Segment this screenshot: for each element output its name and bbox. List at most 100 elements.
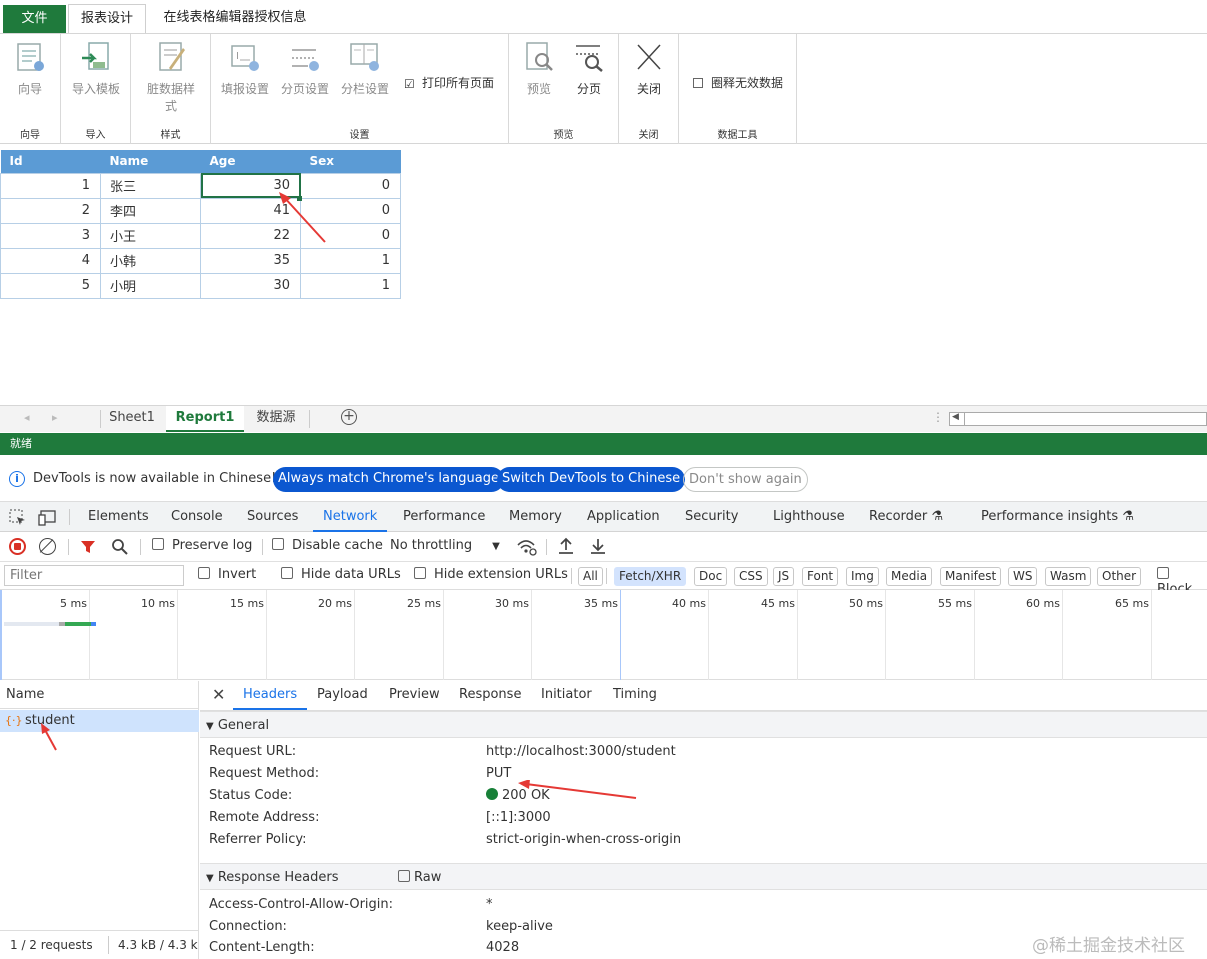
tab-initiator[interactable]: Initiator — [541, 681, 592, 710]
switch-chinese-button[interactable]: Switch DevTools to Chinese — [497, 467, 686, 492]
cell-sex[interactable]: 0 — [300, 222, 401, 249]
tab-performance-insights[interactable]: Performance insights ⚗ — [981, 502, 1134, 532]
tab-headers[interactable]: Headers — [233, 681, 308, 710]
tab-report-design[interactable]: 报表设计 — [68, 4, 146, 34]
clear-icon[interactable] — [39, 538, 56, 555]
col-header-age[interactable]: Age — [200, 150, 301, 173]
wizard-button[interactable]: 向导 — [2, 40, 58, 97]
preserve-log-checkbox[interactable]: Preserve log — [152, 538, 252, 553]
cell-id[interactable]: 4 — [0, 247, 101, 274]
cell-name[interactable]: 李四 — [100, 197, 201, 224]
tab-console[interactable]: Console — [171, 502, 223, 532]
tab-network[interactable]: Network — [313, 502, 388, 532]
tab-lighthouse[interactable]: Lighthouse — [773, 502, 845, 532]
dirty-style-button[interactable]: 脏数据样式 — [143, 40, 199, 114]
sheet-tab-datasource[interactable]: 数据源 — [248, 406, 304, 432]
inspect-element-icon[interactable] — [9, 509, 27, 527]
cell-sex[interactable]: 0 — [300, 197, 401, 224]
col-header-name[interactable]: Name — [100, 150, 201, 173]
general-section-header[interactable]: ▼ General — [200, 711, 1207, 738]
add-sheet-icon[interactable]: + — [341, 409, 357, 425]
import-template-button[interactable]: 导入模板 — [68, 40, 124, 97]
tab-security[interactable]: Security — [685, 502, 738, 532]
col-header-id[interactable]: Id — [0, 150, 101, 173]
filter-type-doc[interactable]: Doc — [694, 567, 728, 586]
fill-handle[interactable] — [297, 196, 302, 201]
filter-type-fetch-xhr[interactable]: Fetch/XHR — [614, 567, 687, 586]
close-detail-icon[interactable]: ✕ — [212, 685, 225, 704]
record-stop-icon[interactable] — [9, 538, 26, 555]
column-header-name[interactable]: Name — [0, 681, 199, 709]
cell-name[interactable]: 小韩 — [100, 247, 201, 274]
filter-type-media[interactable]: Media — [886, 567, 933, 586]
cell-id[interactable]: 1 — [0, 172, 101, 199]
timeline-left-handle[interactable] — [0, 590, 2, 680]
sheet-tab-report1[interactable]: Report1 — [166, 406, 244, 432]
filter-type-ws[interactable]: WS — [1008, 567, 1038, 586]
sheet-tab-sheet1[interactable]: Sheet1 — [104, 406, 160, 432]
tab-preview[interactable]: Preview — [389, 681, 440, 710]
filter-type-img[interactable]: Img — [846, 567, 879, 586]
cell-id[interactable]: 2 — [0, 197, 101, 224]
invert-checkbox[interactable]: Invert — [198, 567, 256, 582]
cell-name[interactable]: 小王 — [100, 222, 201, 249]
sheet-next-icon[interactable]: ▸ — [52, 411, 58, 424]
disable-cache-checkbox[interactable]: Disable cache — [272, 538, 383, 553]
circle-invalid-checkbox[interactable]: 圈释无效数据 — [693, 74, 783, 91]
dont-show-again-button[interactable]: Don't show again — [683, 467, 808, 492]
device-toolbar-icon[interactable] — [38, 509, 58, 527]
tab-performance[interactable]: Performance — [403, 502, 485, 532]
hide-data-urls-checkbox[interactable]: Hide data URLs — [281, 567, 401, 582]
tab-recorder[interactable]: Recorder ⚗ — [869, 502, 943, 532]
cell-name[interactable]: 小明 — [100, 272, 201, 299]
cell-sex[interactable]: 0 — [300, 172, 401, 199]
tab-elements[interactable]: Elements — [88, 502, 149, 532]
print-all-pages-checkbox[interactable]: ☑ 打印所有页面 — [404, 74, 494, 91]
tab-file[interactable]: 文件 — [3, 5, 66, 33]
tab-timing[interactable]: Timing — [613, 681, 657, 710]
page-settings-button[interactable]: 分页设置 — [277, 40, 333, 97]
filter-type-font[interactable]: Font — [802, 567, 839, 586]
list-item[interactable]: {·} student — [0, 710, 199, 732]
cell-id[interactable]: 3 — [0, 222, 101, 249]
cell-sex[interactable]: 1 — [300, 247, 401, 274]
close-button[interactable]: 关闭 — [621, 40, 677, 97]
tab-memory[interactable]: Memory — [509, 502, 562, 532]
scroll-thumb[interactable] — [964, 413, 1207, 425]
filter-type-js[interactable]: JS — [773, 567, 795, 586]
network-conditions-icon[interactable] — [516, 538, 538, 556]
filter-input[interactable] — [4, 565, 184, 586]
cell-age-selected[interactable]: 30 — [200, 172, 301, 199]
tab-license-info[interactable]: 在线表格编辑器授权信息 — [150, 4, 320, 34]
search-icon[interactable] — [111, 538, 129, 556]
fill-settings-button[interactable]: I 填报设置 — [217, 40, 273, 97]
filter-type-wasm[interactable]: Wasm — [1045, 567, 1092, 586]
tab-payload[interactable]: Payload — [317, 681, 368, 710]
cell-sex[interactable]: 1 — [300, 272, 401, 299]
cell-age[interactable]: 35 — [200, 247, 301, 274]
preview-button[interactable]: 预览 — [511, 40, 567, 97]
filter-icon[interactable] — [80, 539, 96, 555]
tab-application[interactable]: Application — [587, 502, 660, 532]
sheet-prev-icon[interactable]: ◂ — [24, 411, 30, 424]
match-language-button[interactable]: Always match Chrome's language — [273, 467, 504, 492]
raw-checkbox[interactable]: Raw — [398, 864, 441, 891]
cell-age[interactable]: 41 — [200, 197, 301, 224]
cell-id[interactable]: 5 — [0, 272, 101, 299]
scroll-left-icon[interactable]: ◀ — [952, 412, 959, 422]
filter-type-all[interactable]: All — [578, 567, 603, 586]
filter-type-manifest[interactable]: Manifest — [940, 567, 1002, 586]
response-headers-section-header[interactable]: ▼ Response Headers Raw — [200, 863, 1207, 890]
filter-type-css[interactable]: CSS — [734, 567, 768, 586]
export-har-icon[interactable] — [590, 537, 606, 555]
cell-age[interactable]: 30 — [200, 272, 301, 299]
import-har-icon[interactable] — [558, 537, 574, 555]
throttling-select[interactable]: No throttling ▼ — [390, 538, 500, 553]
tab-response[interactable]: Response — [459, 681, 521, 710]
column-settings-button[interactable]: 分栏设置 — [337, 40, 393, 97]
filter-type-other[interactable]: Other — [1097, 567, 1142, 586]
col-header-sex[interactable]: Sex — [300, 150, 401, 173]
cell-age[interactable]: 22 — [200, 222, 301, 249]
splitter-icon[interactable]: ⋮ — [932, 410, 944, 424]
hide-extension-urls-checkbox[interactable]: Hide extension URLs — [414, 567, 568, 582]
